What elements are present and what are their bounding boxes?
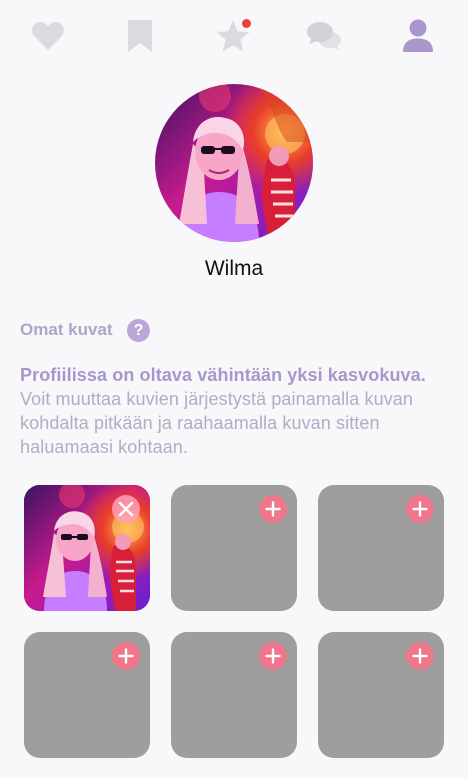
photo-illustration xyxy=(155,84,313,242)
add-icon xyxy=(265,501,281,517)
nav-likes[interactable] xyxy=(26,14,70,58)
add-icon xyxy=(412,648,428,664)
nav-messages[interactable] xyxy=(302,14,346,58)
nav-profile[interactable] xyxy=(396,14,440,58)
heart-icon xyxy=(32,22,64,50)
add-icon xyxy=(265,648,281,664)
bookmark-icon xyxy=(128,20,152,52)
add-photo-button[interactable] xyxy=(406,495,434,523)
help-icon[interactable]: ? xyxy=(127,319,150,342)
photo-slot-1[interactable] xyxy=(24,485,150,611)
profile-name: Wilma xyxy=(204,257,264,280)
photo-slot-5[interactable] xyxy=(171,632,297,758)
notification-dot xyxy=(242,19,251,28)
profile-photo[interactable] xyxy=(155,84,313,242)
add-photo-button[interactable] xyxy=(406,642,434,670)
add-photo-button[interactable] xyxy=(259,495,287,523)
section-title: Omat kuvat xyxy=(20,320,113,339)
remove-icon xyxy=(118,501,134,517)
add-photo-button[interactable] xyxy=(112,642,140,670)
nav-favorites[interactable] xyxy=(211,14,255,58)
person-icon xyxy=(403,19,433,52)
photo-slot-2[interactable] xyxy=(171,485,297,611)
remove-photo-button[interactable] xyxy=(112,495,140,523)
photo-slot-3[interactable] xyxy=(318,485,444,611)
photo-slot-6[interactable] xyxy=(318,632,444,758)
nav-saved[interactable] xyxy=(118,14,162,58)
photo-slot-4[interactable] xyxy=(24,632,150,758)
add-icon xyxy=(412,501,428,517)
info-body-text: Voit muuttaa kuvien järjestystä painamal… xyxy=(20,389,414,457)
top-navigation xyxy=(0,0,468,70)
add-photo-button[interactable] xyxy=(259,642,287,670)
add-icon xyxy=(118,648,134,664)
photos-info-text: Profiilissa on oltava vähintään yksi kas… xyxy=(20,363,450,459)
chat-bubbles-icon xyxy=(307,22,341,50)
info-strong-text: Profiilissa on oltava vähintään yksi kas… xyxy=(20,365,426,385)
